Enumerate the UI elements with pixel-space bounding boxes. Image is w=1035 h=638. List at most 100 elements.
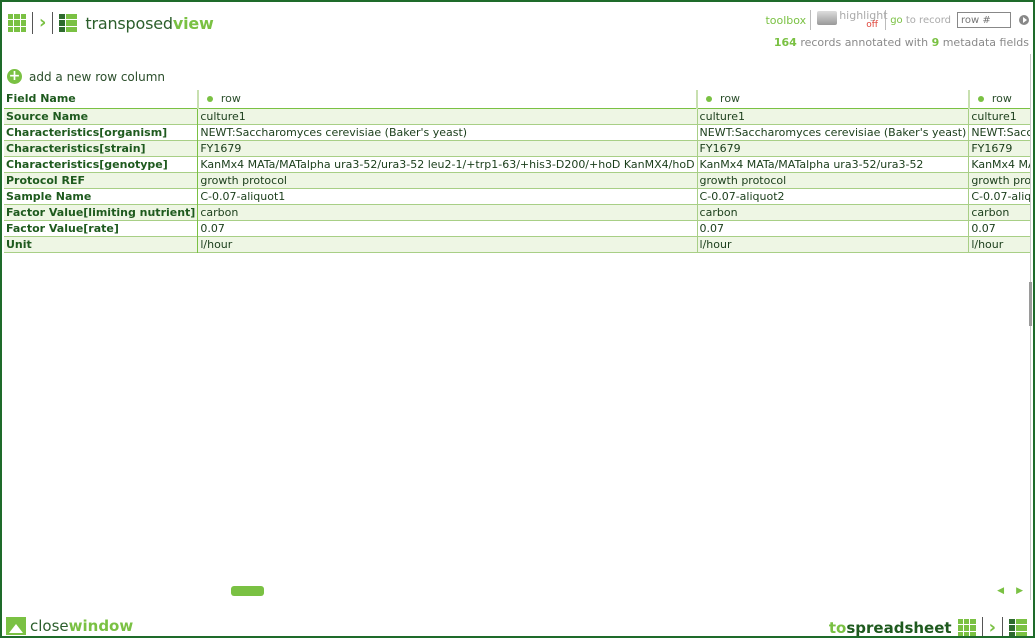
row-column-header[interactable]: row — [196, 90, 698, 109]
table-cell[interactable]: growth protocol — [968, 172, 1030, 188]
field-name-cell: Unit — [4, 236, 199, 252]
go-to-record-label: go to record — [890, 15, 951, 26]
top-toolbar: toolbox highlight off go to record — [765, 8, 1029, 32]
highlight-label: highlight — [839, 9, 888, 22]
table-cell[interactable]: carbon — [697, 204, 970, 220]
row-number-input[interactable] — [957, 12, 1011, 28]
table-cell[interactable]: C-0.07-aliquot3 — [968, 188, 1030, 204]
go-to-suffix: to record — [902, 14, 951, 26]
table-cell[interactable]: culture1 — [197, 108, 698, 124]
scroll-right-icon[interactable]: ▶ — [1016, 586, 1023, 596]
chevron-right-icon: › — [988, 617, 996, 638]
table-row: Source Nameculture1culture1culture1cultu… — [4, 108, 1030, 124]
table-cell[interactable]: carbon — [968, 204, 1030, 220]
vertical-scrollbar-thumb[interactable] — [1029, 282, 1032, 326]
table-header-row: Field Name rowrowrowrowrowrow — [4, 90, 1030, 109]
table-row: Characteristics[organism] NEWT:Saccharomy… — [4, 124, 1030, 140]
footer-divider — [981, 617, 983, 636]
table-cell[interactable]: KanMx4 MATa/MATalpha ura3-52/ura3-52 — [968, 156, 1030, 172]
scroll-left-icon[interactable]: ◀ — [997, 586, 1004, 596]
row-column-label: row — [720, 92, 741, 106]
add-row-column-button[interactable]: + add a new row column — [7, 69, 165, 84]
to-spreadsheet-label: tospreadsheet — [828, 619, 952, 637]
go-to-prefix: go — [890, 14, 903, 26]
row-column-label: row — [991, 92, 1012, 106]
toolbox-link[interactable]: toolbox — [765, 14, 806, 27]
table-cell[interactable]: culture1 — [968, 108, 1030, 124]
add-row-column-label: add a new row column — [29, 69, 166, 84]
row-dot-icon — [977, 96, 984, 103]
table-cell[interactable]: NEWT:Saccharomyces cerevisiae (Baker's y… — [968, 124, 1030, 140]
table-cell[interactable]: carbon — [197, 204, 698, 220]
to-spreadsheet-button[interactable]: tospreadsheet › — [828, 617, 1027, 638]
table-row: Characteristics[genotype] KanMx4 MATa/MAT… — [4, 156, 1030, 172]
field-name-cell: Characteristics[genotype] — [4, 156, 199, 172]
vertical-scrollbar-track[interactable] — [1030, 54, 1031, 600]
field-name-cell: Factor Value[rate] — [4, 220, 199, 236]
row-dot-icon — [206, 96, 213, 103]
table-cell[interactable]: 0.07 — [968, 220, 1030, 236]
table-cell[interactable]: l/hour — [697, 236, 970, 252]
table-cell[interactable]: FY1679 — [197, 140, 698, 156]
table-row: Sample Name C-0.07-aliquot1 C-0.07-aliquot… — [4, 188, 1030, 204]
fields-text: metadata fields — [939, 36, 1029, 49]
spreadsheet-grid-icon — [957, 619, 976, 636]
highlight-toggle[interactable]: highlight off — [815, 9, 888, 31]
table-cell[interactable]: growth protocol — [197, 172, 698, 188]
field-name-cell: Protocol REF — [4, 172, 199, 188]
row-column-header[interactable]: row — [967, 90, 1030, 109]
spread-label-part1: to — [828, 619, 847, 637]
row-dot-icon — [706, 96, 713, 103]
table-cell[interactable]: C-0.07-aliquot1 — [197, 188, 698, 204]
grid-view-icon[interactable] — [8, 14, 26, 32]
row-column-header[interactable]: row — [696, 90, 969, 109]
table-row: Unitl/hourl/hourl/hourl/hourl/hourl/hour — [4, 236, 1030, 252]
plus-icon: + — [7, 68, 22, 84]
close-label-part2: window — [68, 617, 134, 635]
header-divider — [32, 12, 33, 34]
footer-divider — [1002, 617, 1003, 636]
horizontal-scroll-buttons: ◀ ▶ — [997, 586, 1023, 596]
table-cell[interactable]: 0.07 — [197, 220, 698, 236]
close-window-button[interactable]: closewindow — [6, 617, 133, 635]
transposed-table-container: Field Name rowrowrowrowrowrow Source Nam… — [4, 90, 1030, 254]
field-name-cell: Characteristics[strain] — [4, 140, 199, 156]
table-cell[interactable]: growth protocol — [697, 172, 970, 188]
go-arrow-icon[interactable] — [1019, 15, 1029, 25]
table-row: Characteristics[strain] FY1679 FY1679 FY167… — [4, 140, 1030, 156]
table-cell[interactable]: l/hour — [968, 236, 1030, 252]
table-cell[interactable]: FY1679 — [697, 140, 970, 156]
title-part-transposed: transposed — [85, 13, 173, 33]
table-cell[interactable]: l/hour — [197, 236, 698, 252]
table-cell[interactable]: 0.07 — [697, 220, 970, 236]
table-cell[interactable]: KanMx4 MATa/MATalpha ura3-52/ura3-52 leu… — [197, 156, 698, 172]
table-row: Factor Value[rate]0.070.070.070.070.070.… — [4, 220, 1030, 236]
records-summary: 164 records annotated with 9 metadata fi… — [774, 36, 1029, 49]
spread-label-part2: spreadsheet — [846, 619, 952, 637]
horizontal-scrollbar-thumb[interactable] — [231, 586, 264, 596]
field-name-cell: Characteristics[organism] — [4, 124, 199, 140]
records-text: records annotated with — [796, 36, 932, 49]
close-window-icon — [6, 617, 26, 635]
table-cell[interactable]: C-0.07-aliquot2 — [697, 188, 970, 204]
transposed-table: Field Name rowrowrowrowrowrow Source Nam… — [4, 90, 1030, 253]
transposed-view-icon — [1009, 619, 1027, 636]
header-divider — [52, 12, 54, 34]
table-row: Factor Value[limiting nutrient] carbon car… — [4, 204, 1030, 220]
table-body: Source Nameculture1culture1culture1cultu… — [4, 108, 1030, 252]
highlight-state: off — [866, 20, 878, 30]
row-column-label: row — [220, 92, 241, 106]
table-cell[interactable]: NEWT:Saccharomyces cerevisiae (Baker's y… — [697, 124, 970, 140]
page-title: transposedview — [85, 14, 213, 33]
table-cell[interactable]: culture1 — [697, 108, 970, 124]
field-name-cell: Sample Name — [4, 188, 199, 204]
field-name-cell: Factor Value[limiting nutrient] — [4, 204, 199, 220]
table-cell[interactable]: KanMx4 MATa/MATalpha ura3-52/ura3-52 — [697, 156, 970, 172]
header-bar: › transposedview — [8, 10, 214, 36]
table-cell[interactable]: NEWT:Saccharomyces cerevisiae (Baker's y… — [197, 124, 698, 140]
chevron-right-icon[interactable]: › — [39, 14, 46, 32]
field-name-header: Field Name — [4, 90, 198, 109]
transposed-view-window: › transposedview toolbox highlight off g… — [0, 0, 1035, 638]
table-cell[interactable]: FY1679 — [968, 140, 1030, 156]
records-count: 164 — [773, 36, 797, 49]
